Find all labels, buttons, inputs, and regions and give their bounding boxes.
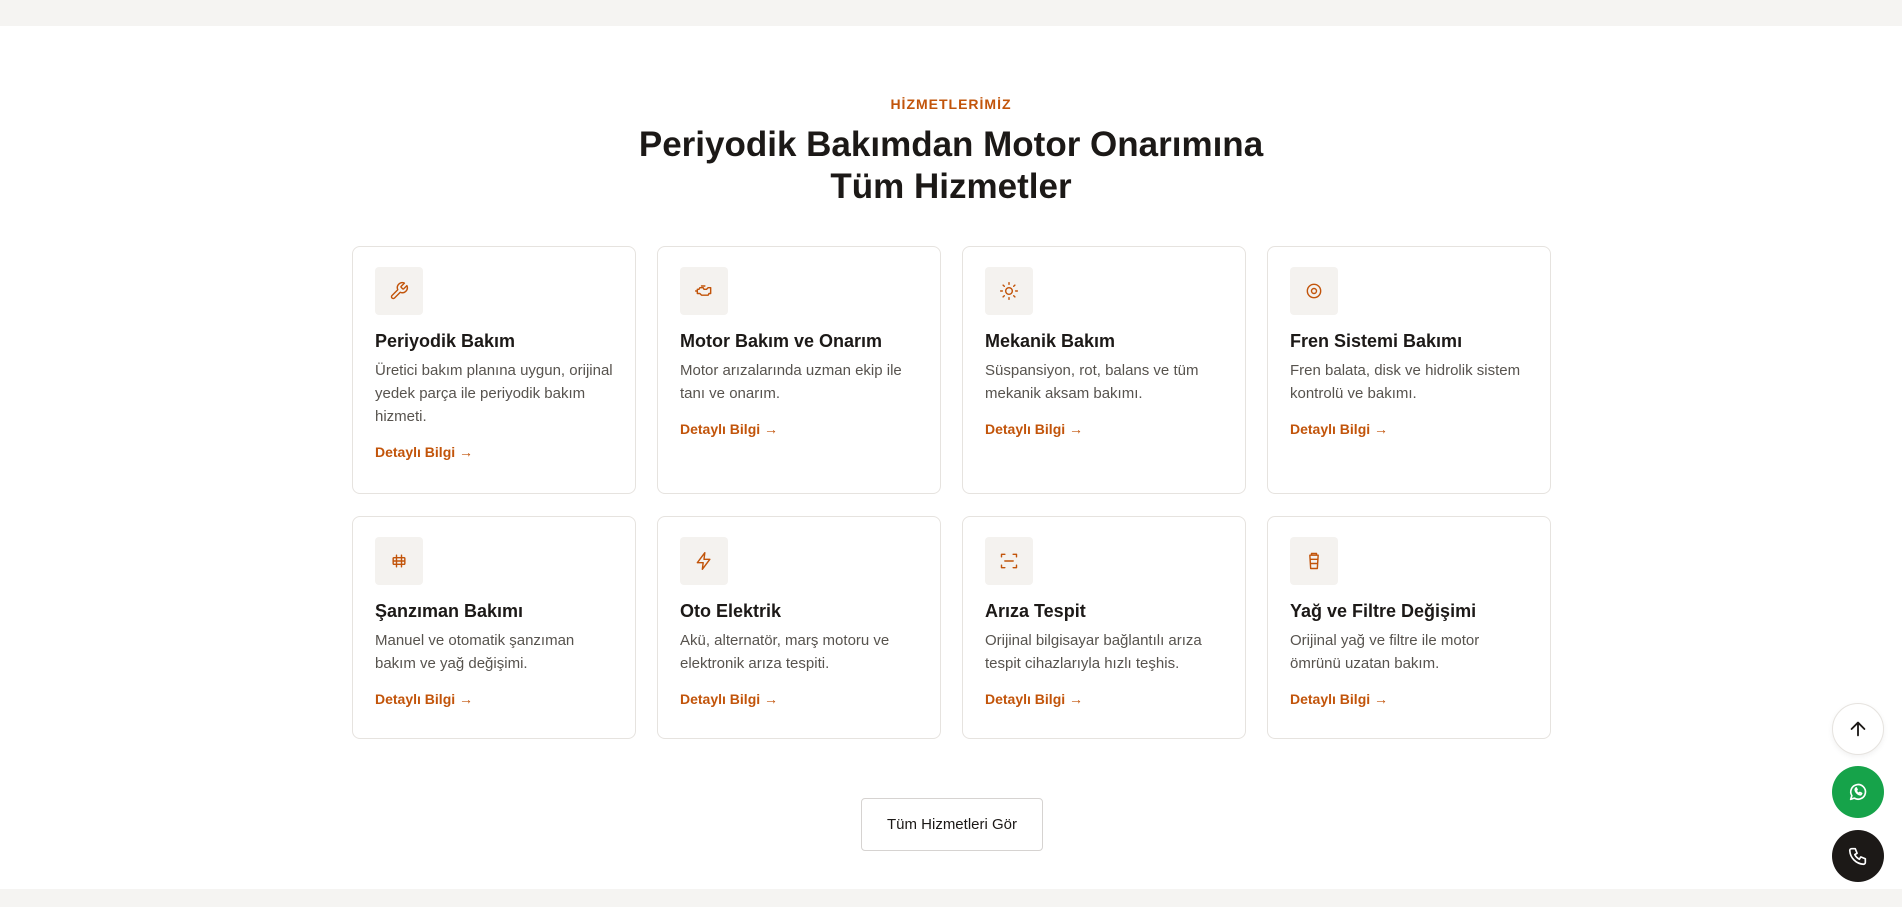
- lightning-icon: [680, 537, 728, 585]
- service-description: Orijinal yağ ve filtre ile motor ömrünü …: [1290, 632, 1480, 672]
- service-details-link[interactable]: Detaylı Bilgi →: [680, 691, 918, 707]
- disc-icon: [1290, 267, 1338, 315]
- service-details-link[interactable]: Detaylı Bilgi →: [1290, 691, 1528, 707]
- all-services-button[interactable]: Tüm Hizmetleri Gör: [861, 798, 1043, 851]
- oil-filter-icon: [1290, 537, 1338, 585]
- engine-icon: [680, 267, 728, 315]
- service-card-oto-elektrik[interactable]: Oto Elektrik Akü, alternatör, marş motor…: [657, 516, 941, 739]
- section-title: Periyodik Bakımdan Motor Onarımına Tüm H…: [638, 125, 1264, 206]
- service-card-fren-sistemi[interactable]: Fren Sistemi Bakımı Fren balata, disk ve…: [1267, 246, 1551, 494]
- service-description: Akü, alternatör, marş motoru ve elektron…: [680, 632, 890, 672]
- service-title: Fren Sistemi Bakımı: [1290, 331, 1463, 351]
- service-details-link[interactable]: Detaylı Bilgi →: [375, 444, 613, 460]
- service-title: Şanzıman Bakımı: [375, 601, 524, 621]
- service-description: Süspansiyon, rot, balans ve tüm mekanik …: [985, 362, 1199, 402]
- service-description: Orijinal bilgisayar bağlantılı arıza tes…: [985, 632, 1202, 672]
- service-details-link[interactable]: Detaylı Bilgi →: [985, 691, 1223, 707]
- phone-icon: [1848, 847, 1867, 866]
- scroll-to-top-button[interactable]: [1832, 703, 1884, 755]
- service-title: Arıza Tespit: [985, 601, 1086, 621]
- service-title: Periyodik Bakım: [375, 331, 516, 351]
- service-description: Fren balata, disk ve hidrolik sistem kon…: [1290, 362, 1521, 402]
- phone-button[interactable]: [1832, 830, 1884, 882]
- service-title: Yağ ve Filtre Değişimi: [1290, 601, 1477, 621]
- bottom-section-edge: [0, 889, 1902, 907]
- section-eyebrow: HİZMETLERİMİZ: [890, 96, 1012, 112]
- service-description: Manuel ve otomatik şanzıman bakım ve yağ…: [375, 632, 575, 672]
- service-details-link[interactable]: Detaylı Bilgi →: [985, 421, 1223, 437]
- service-card-mekanik-bakim[interactable]: Mekanik Bakım Süspansiyon, rot, balans v…: [962, 246, 1246, 494]
- arrow-up-icon: [1850, 721, 1866, 737]
- gearbox-icon: [375, 537, 423, 585]
- whatsapp-icon: [1849, 783, 1867, 801]
- service-card-yag-filtre[interactable]: Yağ ve Filtre Değişimi Orijinal yağ ve f…: [1267, 516, 1551, 739]
- service-details-link[interactable]: Detaylı Bilgi →: [375, 691, 613, 707]
- top-section-edge: [0, 0, 1902, 26]
- service-title: Mekanik Bakım: [985, 331, 1116, 351]
- whatsapp-button[interactable]: [1832, 766, 1884, 818]
- service-details-link[interactable]: Detaylı Bilgi →: [680, 421, 918, 437]
- scan-icon: [985, 537, 1033, 585]
- service-description: Üretici bakım planına uygun, orijinal ye…: [375, 362, 613, 425]
- service-description: Motor arızalarında uzman ekip ile tanı v…: [680, 362, 902, 402]
- service-details-link[interactable]: Detaylı Bilgi →: [1290, 421, 1528, 437]
- service-card-sanziman-bakimi[interactable]: Şanzıman Bakımı Manuel ve otomatik şanzı…: [352, 516, 636, 739]
- cog-icon: [985, 267, 1033, 315]
- service-card-periyodik-bakim[interactable]: Periyodik Bakım Üretici bakım planına uy…: [352, 246, 636, 494]
- service-title: Oto Elektrik: [680, 601, 782, 621]
- service-card-motor-bakim[interactable]: Motor Bakım ve Onarım Motor arızalarında…: [657, 246, 941, 494]
- services-section: HİZMETLERİMİZ Periyodik Bakımdan Motor O…: [0, 26, 1902, 889]
- wrench-icon: [375, 267, 423, 315]
- service-card-ariza-tespit[interactable]: Arıza Tespit Orijinal bilgisayar bağlant…: [962, 516, 1246, 739]
- service-title: Motor Bakım ve Onarım: [680, 331, 883, 351]
